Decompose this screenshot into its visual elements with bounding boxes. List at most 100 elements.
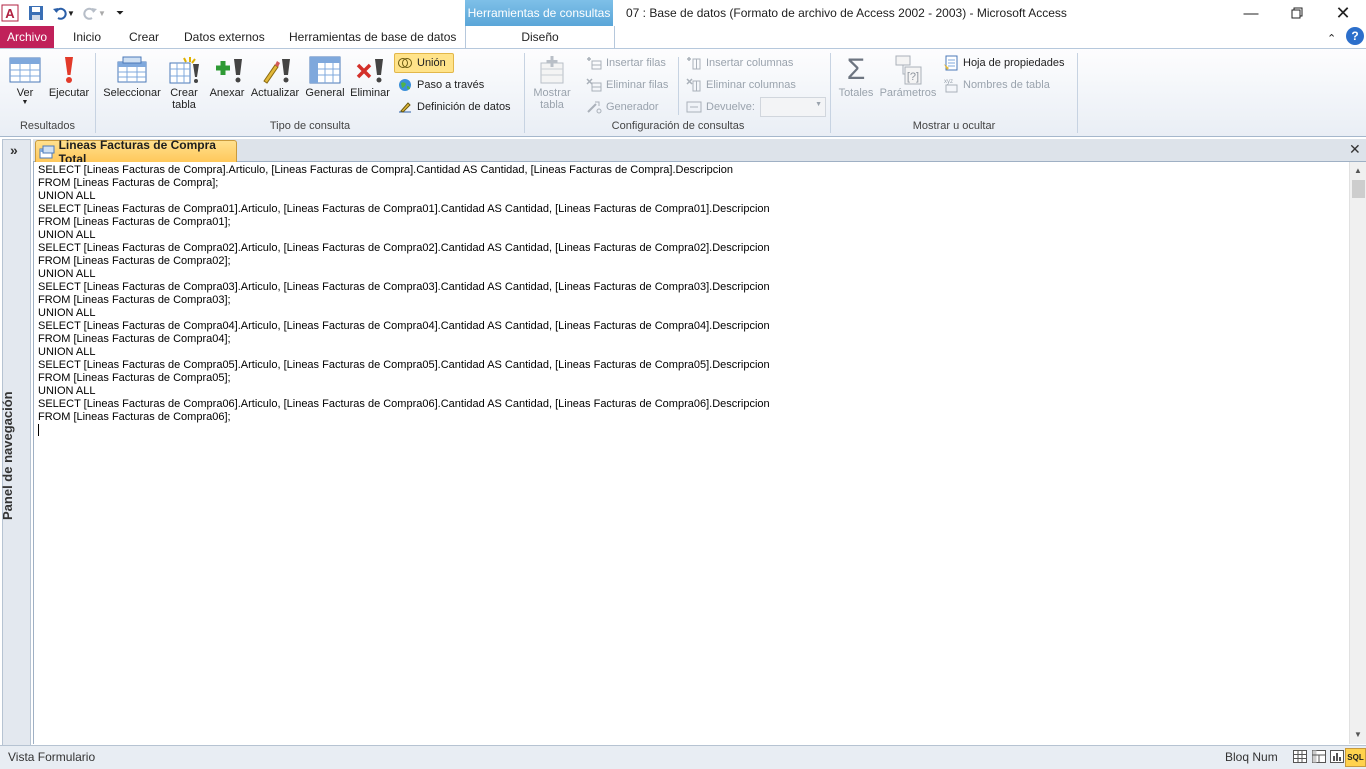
- table-names-icon: xyz: [943, 77, 959, 93]
- delete-rows-icon: [586, 77, 602, 93]
- insert-columns-icon: [686, 55, 702, 71]
- insertar-columnas-button[interactable]: Insertar columnas: [686, 54, 793, 72]
- actualizar-button[interactable]: Actualizar: [249, 53, 301, 99]
- tab-crear[interactable]: Crear: [129, 26, 159, 48]
- scroll-down-icon[interactable]: ▼: [1354, 730, 1362, 739]
- seleccionar-button[interactable]: Seleccionar: [102, 53, 162, 99]
- show-table-icon: [540, 56, 564, 84]
- help-icon[interactable]: ?: [1346, 27, 1364, 45]
- pivottable-icon: [1312, 750, 1326, 763]
- sql-text[interactable]: SELECT [Lineas Facturas de Compra].Artic…: [38, 164, 770, 424]
- tab-archivo[interactable]: Archivo: [0, 26, 54, 48]
- nombres-tabla-button[interactable]: xyz Nombres de tabla: [943, 76, 1050, 94]
- generador-label: Generador: [606, 101, 659, 113]
- mostrar-tabla-label-2: tabla: [540, 99, 564, 111]
- group-label-mostrar-ocultar: Mostrar u ocultar: [912, 120, 996, 132]
- definicion-datos-button[interactable]: Definición de datos: [397, 98, 511, 116]
- inner-separator: [678, 57, 679, 115]
- mostrar-tabla-button[interactable]: Mostrar tabla: [530, 53, 574, 111]
- tab-datos-externos[interactable]: Datos externos: [184, 26, 265, 48]
- svg-text:xyz: xyz: [944, 79, 953, 85]
- pivotchart-view-button[interactable]: [1330, 750, 1344, 766]
- insertar-filas-button[interactable]: Insertar filas: [586, 54, 666, 72]
- svg-text:A: A: [5, 6, 15, 21]
- eliminar-columnas-button[interactable]: Eliminar columnas: [686, 76, 796, 94]
- general-button[interactable]: General: [304, 53, 346, 99]
- ejecutar-button[interactable]: Ejecutar: [46, 53, 92, 99]
- data-definition-icon: [397, 99, 413, 115]
- customize-qat-icon[interactable]: ⏷: [113, 3, 127, 23]
- document-tab-bar: Lineas Facturas de Compra Total ✕: [33, 138, 1366, 166]
- save-icon[interactable]: [26, 3, 46, 23]
- seleccionar-label: Seleccionar: [103, 87, 161, 99]
- datasheet-view-button[interactable]: [1293, 750, 1307, 766]
- hoja-propiedades-button[interactable]: Hoja de propiedades: [943, 54, 1065, 72]
- scroll-thumb[interactable]: [1352, 180, 1365, 198]
- paso-a-traves-button[interactable]: Paso a través: [397, 76, 484, 94]
- union-icon: [397, 55, 413, 71]
- eliminar-filas-button[interactable]: Eliminar filas: [586, 76, 668, 94]
- close-window-button[interactable]: ✕: [1320, 0, 1366, 26]
- mostrar-tabla-label-1: Mostrar: [533, 87, 571, 99]
- sql-view-button[interactable]: SQL: [1345, 748, 1366, 767]
- undo-dropdown-icon[interactable]: ▼: [66, 3, 76, 23]
- minimize-button[interactable]: —: [1228, 0, 1274, 26]
- expand-nav-icon[interactable]: »: [10, 142, 18, 158]
- group-label-configuracion: Configuración de consultas: [611, 120, 745, 132]
- insert-rows-icon: [586, 55, 602, 71]
- ver-dropdown-icon: ▼: [21, 99, 29, 106]
- eliminar-button[interactable]: Eliminar: [348, 53, 392, 99]
- sql-editor[interactable]: SELECT [Lineas Facturas de Compra].Artic…: [33, 162, 1350, 744]
- insertar-filas-label: Insertar filas: [606, 57, 666, 69]
- svg-text:[?]: [?]: [907, 71, 919, 83]
- tab-inicio[interactable]: Inicio: [73, 26, 101, 48]
- builder-icon: [586, 99, 602, 115]
- document-tab[interactable]: Lineas Facturas de Compra Total: [35, 138, 237, 166]
- parametros-label: Parámetros: [879, 87, 937, 99]
- parametros-button[interactable]: [?] Parámetros: [878, 53, 938, 99]
- crear-tabla-button[interactable]: Crear tabla: [166, 53, 202, 111]
- union-label: Unión: [417, 57, 446, 69]
- tab-diseno[interactable]: Diseño: [465, 26, 615, 49]
- delete-columns-icon: [686, 77, 702, 93]
- collapse-ribbon-icon[interactable]: ⌃: [1327, 28, 1336, 50]
- ejecutar-label: Ejecutar: [48, 87, 90, 99]
- context-group-label: Herramientas de consultas: [465, 0, 613, 26]
- select-query-icon: [117, 56, 147, 83]
- scroll-up-icon[interactable]: ▲: [1354, 166, 1362, 175]
- restore-icon: [1291, 7, 1303, 19]
- navigation-pane[interactable]: » Panel de navegación: [0, 139, 31, 747]
- general-label: General: [305, 87, 345, 99]
- totales-label: Totales: [838, 87, 874, 99]
- pivottable-view-button[interactable]: [1312, 750, 1326, 766]
- chevron-down-icon: ▼: [815, 101, 822, 108]
- redo-dropdown-icon[interactable]: ▼: [97, 3, 107, 23]
- anexar-label: Anexar: [209, 87, 245, 99]
- access-logo-icon[interactable]: A: [0, 3, 20, 23]
- nombres-tabla-label: Nombres de tabla: [963, 79, 1050, 91]
- insertar-columnas-label: Insertar columnas: [706, 57, 794, 69]
- crear-tabla-label-1: Crear: [170, 87, 198, 99]
- devuelve-label: Devuelve:: [706, 101, 755, 113]
- datasheet-icon: [1293, 750, 1307, 763]
- close-document-icon[interactable]: ✕: [1349, 141, 1361, 158]
- pivotchart-icon: [1330, 750, 1344, 763]
- restore-button[interactable]: [1274, 0, 1320, 26]
- crear-tabla-label-2: tabla: [172, 99, 196, 111]
- tab-herramientas-bd[interactable]: Herramientas de base de datos: [289, 26, 456, 48]
- vertical-scrollbar[interactable]: ▲ ▼: [1349, 162, 1366, 744]
- definicion-datos-label: Definición de datos: [417, 101, 511, 113]
- crosstab-icon: [309, 56, 341, 84]
- devuelve-select[interactable]: ▼: [760, 97, 826, 117]
- eliminar-filas-label: Eliminar filas: [606, 79, 669, 91]
- anexar-button[interactable]: Anexar: [207, 53, 247, 99]
- nav-pane-label: Panel de navegación: [0, 391, 15, 520]
- datasheet-view-icon: [9, 57, 41, 83]
- totales-button[interactable]: Σ Totales: [836, 53, 876, 99]
- ribbon: Ver ▼ Ejecutar Resultados Seleccionar Cr…: [0, 48, 1366, 137]
- ver-button[interactable]: Ver ▼: [6, 53, 44, 106]
- append-icon: [216, 59, 242, 83]
- ver-label: Ver: [16, 87, 34, 99]
- union-button[interactable]: Unión: [394, 53, 454, 73]
- generador-button[interactable]: Generador: [586, 98, 659, 116]
